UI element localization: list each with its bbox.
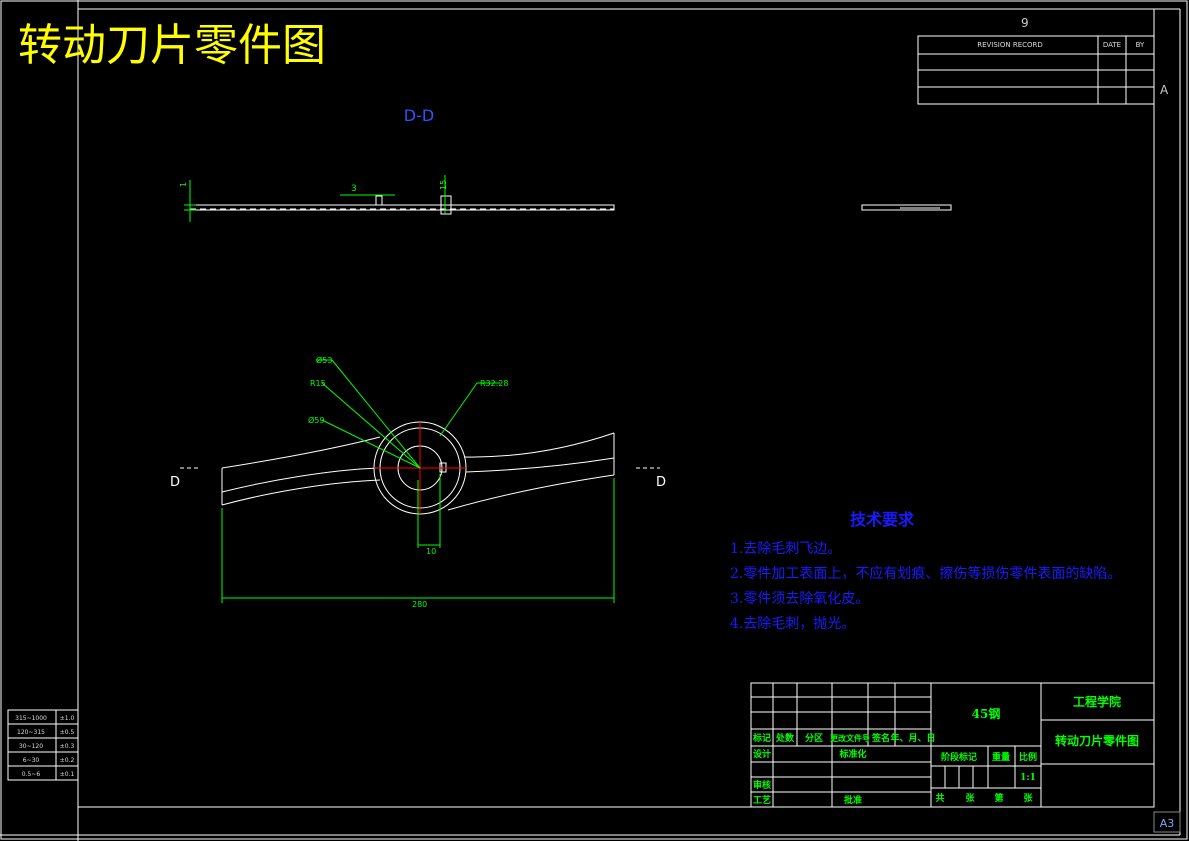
tolerance-range-3: 30~120 bbox=[19, 743, 43, 750]
total-label: 共 bbox=[935, 792, 944, 804]
standardize-label: 标准化 bbox=[838, 748, 866, 760]
sheet-outer-border bbox=[0, 0, 1188, 840]
tolerance-value-4: ±0.2 bbox=[60, 757, 75, 764]
material: 45钢 bbox=[972, 706, 1001, 721]
sheet-title: 转动刀片零件图 bbox=[18, 20, 326, 71]
dim-slot: 3 bbox=[351, 184, 357, 194]
header-date: 年、月、日 bbox=[890, 732, 935, 744]
dim-r3228: R32.28 bbox=[480, 379, 508, 388]
tolerance-value-2: ±0.5 bbox=[60, 729, 75, 736]
header-count: 处数 bbox=[775, 732, 795, 744]
revision-record-header: REVISION RECORD bbox=[977, 41, 1043, 49]
dim-r15: R15 bbox=[310, 379, 326, 388]
page-label: 第 bbox=[994, 792, 1003, 804]
header-change-doc: 更改文件号 bbox=[830, 733, 870, 743]
dim-10: 10 bbox=[426, 547, 436, 556]
sheet-unit-label: 张 bbox=[1023, 792, 1033, 804]
header-mark: 标记 bbox=[752, 732, 771, 744]
drawing-name: 转动刀片零件图 bbox=[1055, 733, 1139, 748]
header-zone: 分区 bbox=[805, 732, 823, 744]
tech-requirement-3: 3.零件须去除氧化皮。 bbox=[730, 591, 869, 607]
approve-label: 批准 bbox=[844, 794, 862, 806]
zone-letter: A bbox=[1160, 83, 1169, 97]
section-dimensions bbox=[184, 175, 446, 222]
dim-hub: 15 bbox=[439, 180, 448, 190]
revision-table: REVISION RECORD DATE BY bbox=[917, 35, 1155, 105]
cad-drawing-sheet: 转动刀片零件图 9 REVISION RECORD DATE BY A A3 D… bbox=[0, 0, 1188, 841]
plan-dimensions bbox=[221, 359, 615, 603]
top-number: 9 bbox=[1021, 16, 1029, 30]
dim-dia59: Ø59 bbox=[308, 415, 324, 425]
date-header: DATE bbox=[1103, 41, 1121, 49]
section-view bbox=[189, 195, 952, 215]
tech-requirement-1: 1.去除毛刺飞边。 bbox=[730, 541, 841, 557]
tolerance-range-2: 120~315 bbox=[17, 729, 45, 736]
school-name: 工程学院 bbox=[1073, 694, 1121, 709]
by-header: BY bbox=[1136, 41, 1145, 49]
scale-value: 1:1 bbox=[1020, 773, 1036, 783]
tolerance-value-3: ±0.3 bbox=[60, 743, 75, 750]
tolerance-range-1: 315~1000 bbox=[15, 715, 47, 722]
tech-requirement-4: 4.去除毛刺，抛光。 bbox=[730, 616, 855, 632]
paper-size-label: A3 bbox=[1160, 817, 1175, 830]
section-mark-right: D bbox=[656, 475, 666, 490]
dim-dia53: Ø53 bbox=[316, 355, 332, 365]
dim-thickness: 1 bbox=[179, 182, 188, 187]
header-sign: 签名 bbox=[871, 732, 890, 744]
dim-280: 280 bbox=[412, 600, 427, 609]
tolerance-range-4: 6~30 bbox=[23, 757, 40, 764]
sheets-label: 张 bbox=[965, 792, 975, 804]
tech-requirement-2: 2.零件加工表面上，不应有划痕、擦伤等损伤零件表面的缺陷。 bbox=[730, 565, 1121, 582]
stage-mark-label: 阶段标记 bbox=[941, 751, 977, 763]
review-label: 审核 bbox=[753, 779, 771, 791]
process-label: 工艺 bbox=[753, 794, 771, 806]
drawing-frame bbox=[77, 8, 1155, 808]
design-label: 设计 bbox=[753, 748, 771, 760]
weight-label: 重量 bbox=[992, 751, 1010, 763]
section-view-label: D-D bbox=[404, 106, 434, 125]
tolerance-value-1: ±1.0 bbox=[60, 715, 75, 722]
tolerance-value-5: ±0.1 bbox=[60, 771, 75, 778]
scale-label: 比例 bbox=[1019, 751, 1037, 763]
section-mark-left: D bbox=[170, 475, 180, 490]
tech-requirements-heading: 技术要求 bbox=[850, 510, 915, 529]
tolerance-range-5: 0.5~6 bbox=[22, 771, 41, 778]
